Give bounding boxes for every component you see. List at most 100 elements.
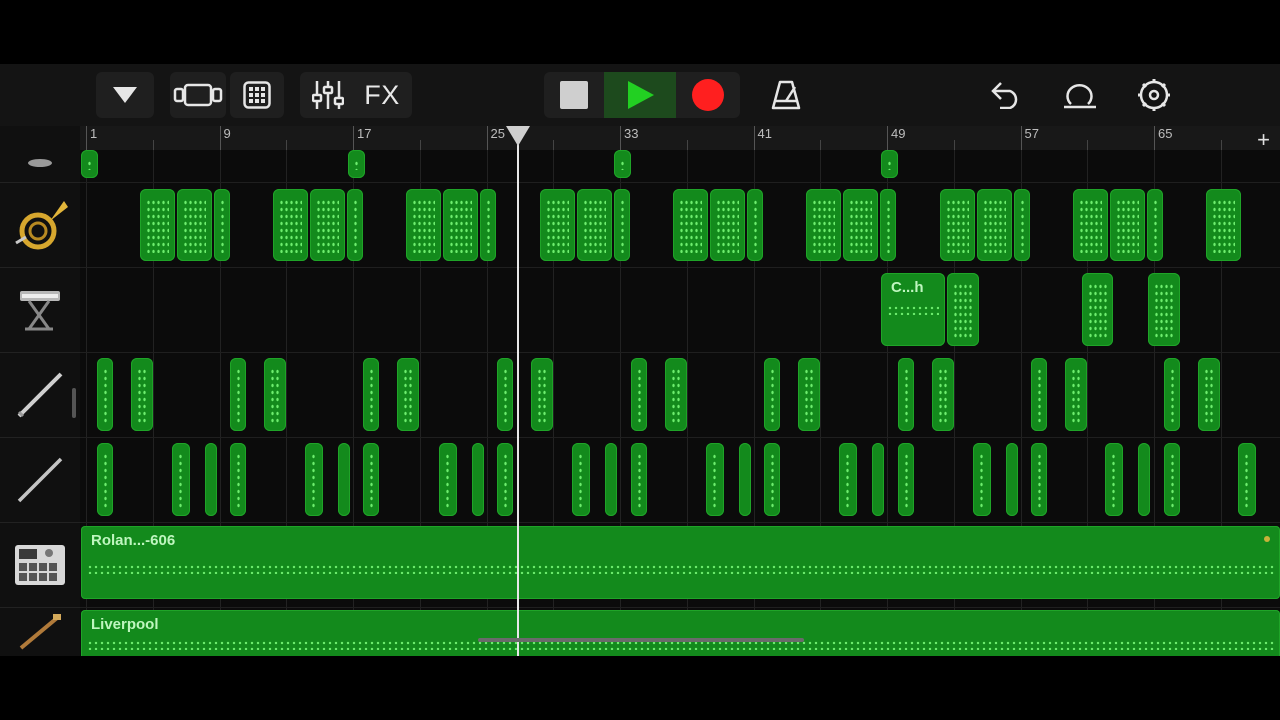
tracks-view-button[interactable] <box>170 72 226 118</box>
region[interactable] <box>264 358 286 431</box>
region[interactable] <box>1138 443 1150 516</box>
region[interactable] <box>406 189 441 261</box>
region[interactable] <box>97 358 113 431</box>
track-header-drum-sampler[interactable] <box>0 150 80 183</box>
track-header-bass[interactable] <box>0 608 80 656</box>
region[interactable] <box>140 189 175 261</box>
region[interactable] <box>230 358 246 431</box>
region[interactable] <box>673 189 708 261</box>
region[interactable] <box>1164 358 1180 431</box>
region[interactable] <box>572 443 590 516</box>
region[interactable] <box>177 189 212 261</box>
settings-button[interactable] <box>1128 72 1180 118</box>
region[interactable] <box>747 189 763 261</box>
region[interactable] <box>347 189 363 261</box>
track-list-scroll-indicator[interactable] <box>72 388 76 418</box>
region[interactable] <box>614 150 631 178</box>
region-drum-machine[interactable]: Rolan...-606 <box>81 526 1280 599</box>
region[interactable] <box>1110 189 1145 261</box>
region[interactable] <box>1082 273 1113 346</box>
region[interactable] <box>631 358 647 431</box>
region[interactable] <box>1014 189 1030 261</box>
live-loops-grid-button[interactable] <box>230 72 284 118</box>
region[interactable] <box>1198 358 1220 431</box>
region[interactable] <box>605 443 617 516</box>
region[interactable] <box>497 358 513 431</box>
region[interactable] <box>81 150 98 178</box>
region[interactable] <box>439 443 457 516</box>
region[interactable] <box>310 189 345 261</box>
track-header-clarinet[interactable] <box>0 353 80 438</box>
region[interactable] <box>665 358 687 431</box>
region[interactable] <box>1031 443 1047 516</box>
region[interactable] <box>947 273 979 346</box>
undo-button[interactable] <box>980 72 1032 118</box>
region[interactable] <box>1148 273 1180 346</box>
region[interactable] <box>977 189 1012 261</box>
track-header-keyboard[interactable] <box>0 268 80 353</box>
region[interactable] <box>348 150 365 178</box>
track-header-drum-machine[interactable] <box>0 523 80 608</box>
region[interactable] <box>1206 189 1241 261</box>
region[interactable] <box>798 358 820 431</box>
track-header-french-horn[interactable] <box>0 183 80 268</box>
fx-button[interactable]: FX <box>354 80 410 111</box>
loop-browser-button[interactable] <box>1054 72 1106 118</box>
region[interactable] <box>172 443 190 516</box>
region[interactable] <box>1147 189 1163 261</box>
record-button[interactable] <box>676 72 740 118</box>
region[interactable] <box>577 189 612 261</box>
region[interactable] <box>497 443 513 516</box>
region[interactable] <box>1065 358 1087 431</box>
region[interactable] <box>205 443 217 516</box>
region[interactable] <box>230 443 246 516</box>
track-menu-button[interactable] <box>96 72 154 118</box>
region[interactable] <box>1164 443 1180 516</box>
region[interactable] <box>898 443 914 516</box>
region[interactable] <box>531 358 553 431</box>
region[interactable] <box>973 443 991 516</box>
region[interactable] <box>614 189 630 261</box>
region[interactable] <box>1105 443 1123 516</box>
play-button[interactable] <box>604 72 676 118</box>
region[interactable] <box>1238 443 1256 516</box>
track-header-oboe[interactable] <box>0 438 80 523</box>
playhead-line[interactable] <box>517 126 519 656</box>
region[interactable] <box>932 358 954 431</box>
region[interactable] <box>764 443 780 516</box>
region[interactable] <box>363 358 379 431</box>
region[interactable] <box>739 443 751 516</box>
stop-button[interactable] <box>544 72 604 118</box>
region[interactable] <box>214 189 230 261</box>
mixer-button[interactable] <box>302 80 354 110</box>
region[interactable] <box>338 443 350 516</box>
region[interactable] <box>363 443 379 516</box>
playhead-handle[interactable] <box>506 126 530 146</box>
region[interactable] <box>540 189 575 261</box>
region[interactable] <box>305 443 323 516</box>
region[interactable] <box>631 443 647 516</box>
region[interactable] <box>131 358 153 431</box>
region[interactable] <box>97 443 113 516</box>
region[interactable] <box>940 189 975 261</box>
region[interactable] <box>472 443 484 516</box>
region[interactable] <box>706 443 724 516</box>
region[interactable] <box>397 358 419 431</box>
region[interactable] <box>480 189 496 261</box>
region[interactable] <box>872 443 884 516</box>
region[interactable] <box>273 189 308 261</box>
tracks-area[interactable]: C...h Rolan...-606 Liverpool <box>80 150 1280 656</box>
region[interactable] <box>839 443 857 516</box>
metronome-button[interactable] <box>760 72 812 118</box>
timeline-ruler[interactable]: 1 9 17 25 33 41 49 57 65 + <box>80 126 1280 152</box>
region[interactable] <box>443 189 478 261</box>
region[interactable] <box>1073 189 1108 261</box>
region[interactable] <box>881 150 898 178</box>
horizontal-scrollbar[interactable] <box>478 638 804 642</box>
region[interactable] <box>806 189 841 261</box>
region[interactable] <box>1031 358 1047 431</box>
region[interactable] <box>898 358 914 431</box>
region[interactable] <box>710 189 745 261</box>
region[interactable] <box>764 358 780 431</box>
region-bass[interactable]: Liverpool <box>81 610 1280 656</box>
